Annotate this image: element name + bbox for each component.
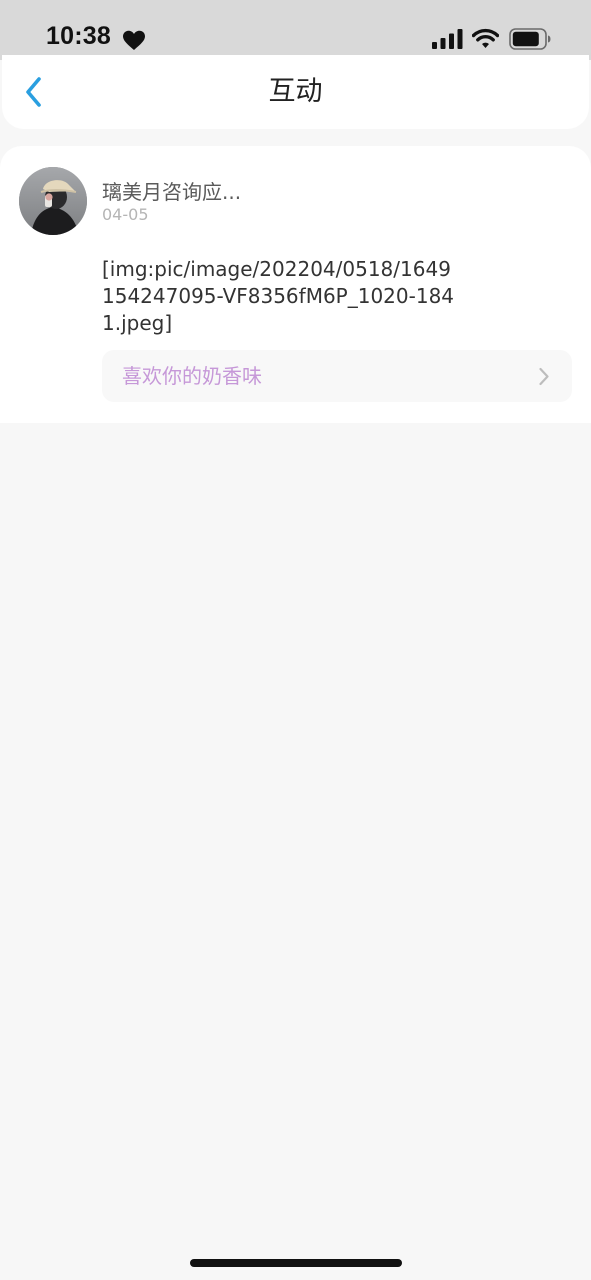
post-content: [img:pic/image/202204/0518/1649154247095… [102,257,455,335]
chevron-left-icon [26,77,41,107]
cellular-signal-icon [432,29,463,49]
page-title: 互动 [268,76,323,107]
status-bar: 10:38 [0,0,591,60]
user-name[interactable]: 璃美月咨询应... [102,176,241,205]
home-indicator[interactable] [190,1259,402,1267]
reply-link[interactable]: 喜欢你的奶香味 [102,350,572,402]
avatar-image [19,167,87,235]
status-time: 10:38 [46,22,111,50]
post-date: 04-05 [102,205,149,224]
heart-icon [123,30,145,50]
reply-text: 喜欢你的奶香味 [122,364,262,388]
battery-icon [509,28,551,50]
back-button[interactable] [16,73,52,111]
wifi-icon [472,28,499,48]
avatar[interactable] [19,167,87,235]
chevron-right-icon [539,367,549,386]
interaction-card[interactable]: 璃美月咨询应... 04-05 [img:pic/image/202204/05… [0,146,591,423]
navigation-bar: 互动 [2,55,589,129]
